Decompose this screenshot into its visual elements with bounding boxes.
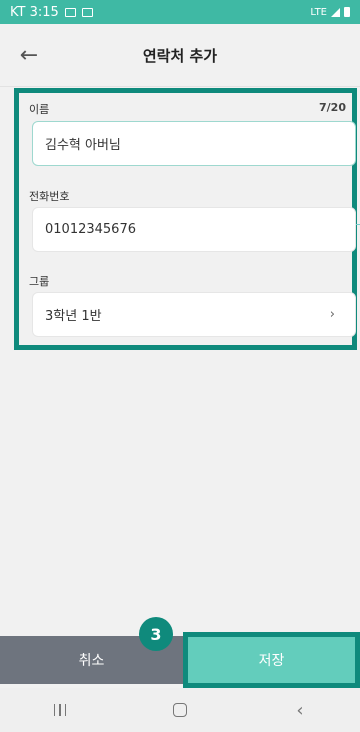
status-time: KT 3:15 <box>10 4 59 20</box>
signal-icon <box>331 7 340 17</box>
screenshot-icon <box>81 7 93 17</box>
recent-apps-button[interactable] <box>30 688 90 732</box>
phone-label: 전화번호 <box>29 190 70 203</box>
phone-value: 01012345676 <box>45 222 136 237</box>
group-select[interactable]: 3학년 1반 › <box>32 292 356 337</box>
name-label: 이름 <box>29 103 50 116</box>
home-icon <box>173 703 187 717</box>
back-chevron-icon: ‹ <box>296 699 304 721</box>
name-input[interactable]: 김수혁 아버님 <box>32 121 356 166</box>
contact-form: 이름 7/20 김수혁 아버님 전화번호 01012345676 그룹 3학년 … <box>14 88 357 350</box>
step-badge: 3 <box>139 617 173 651</box>
save-button[interactable]: 저장 <box>188 637 355 683</box>
page-title: 연락처 추가 <box>142 46 218 65</box>
system-back-button[interactable]: ‹ <box>270 688 330 732</box>
group-label: 그룹 <box>29 275 50 288</box>
recent-apps-icon <box>53 704 67 716</box>
gallery-icon <box>64 7 76 17</box>
back-arrow-icon[interactable]: ← <box>14 40 44 70</box>
system-nav-bar: ‹ <box>0 688 360 732</box>
group-value: 3학년 1반 <box>45 309 102 324</box>
app-header: ← 연락처 추가 <box>0 24 360 86</box>
battery-icon <box>344 7 350 17</box>
name-value: 김수혁 아버님 <box>45 138 121 153</box>
network-label: LTE <box>310 6 327 18</box>
side-marker <box>356 224 360 225</box>
chevron-right-icon: › <box>329 307 335 322</box>
status-bar: KT 3:15 LTE <box>0 0 360 24</box>
name-char-counter: 7/20 <box>319 101 346 114</box>
phone-input[interactable]: 01012345676 <box>32 207 356 252</box>
home-button[interactable] <box>150 688 210 732</box>
header-divider <box>0 86 360 87</box>
